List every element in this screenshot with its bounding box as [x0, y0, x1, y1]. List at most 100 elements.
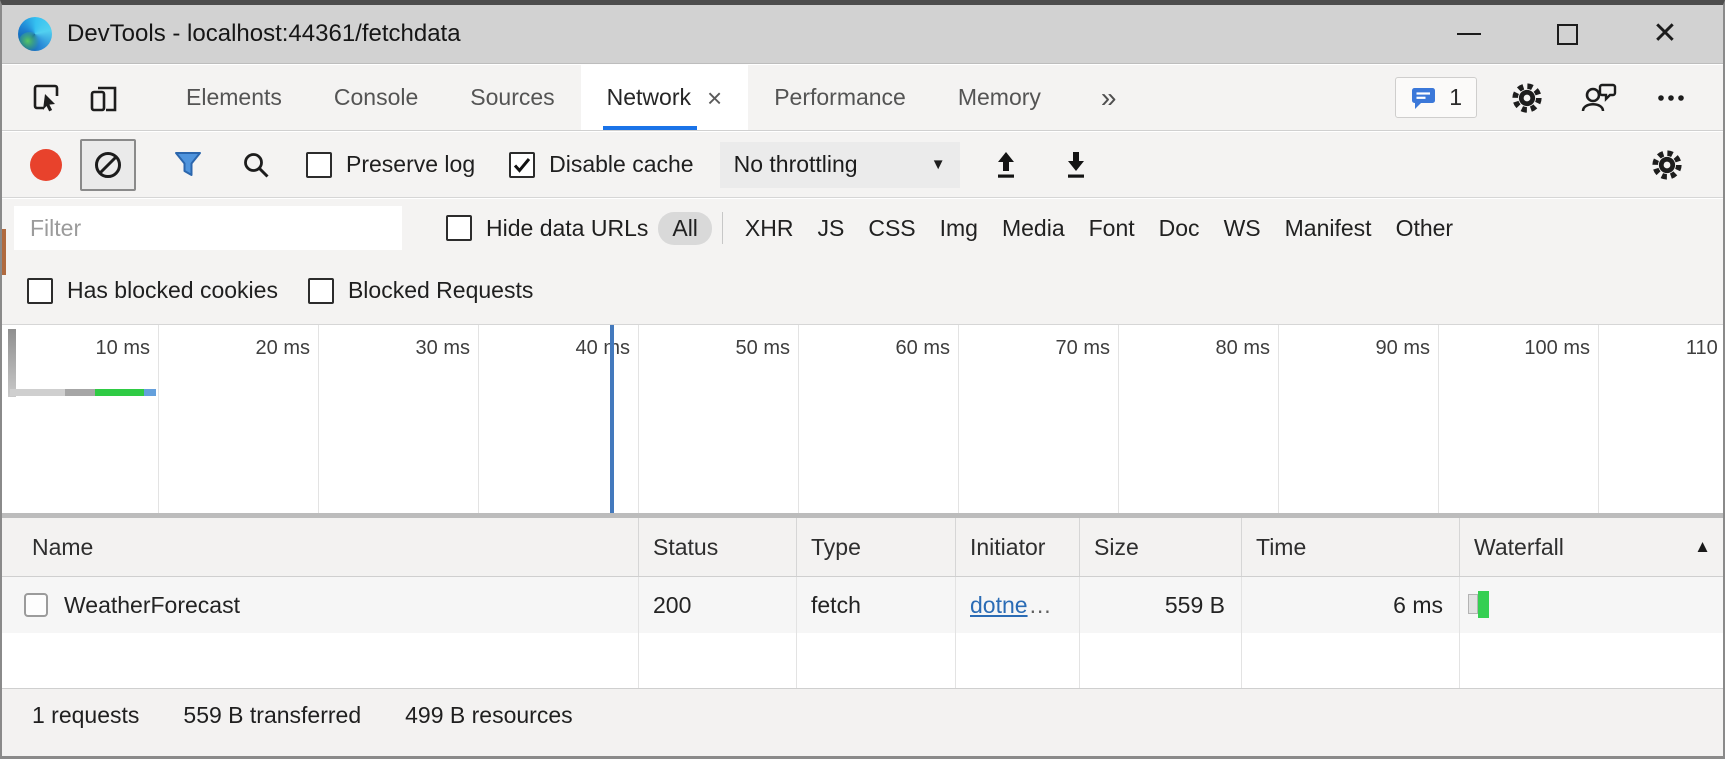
- tab-sources[interactable]: Sources: [444, 65, 580, 130]
- pill-divider: [722, 212, 723, 244]
- column-header-name[interactable]: Name: [2, 518, 639, 576]
- preserve-log-checkbox[interactable]: Preserve log: [306, 151, 475, 178]
- export-arrow-icon: [1060, 149, 1092, 181]
- network-summary-bar: 1 requests 559 B transferred 499 B resou…: [2, 688, 1723, 759]
- more-tabs-button[interactable]: »: [1101, 82, 1114, 114]
- type-filter-ws[interactable]: WS: [1212, 212, 1273, 245]
- customize-menu-button[interactable]: [1649, 76, 1693, 120]
- checkbox-checked-icon: [509, 152, 535, 178]
- window-title: DevTools - localhost:44361/fetchdata: [67, 20, 461, 48]
- minimize-icon: [1457, 33, 1481, 36]
- issues-button[interactable]: 1: [1395, 77, 1477, 118]
- initiator-link[interactable]: dotne: [970, 592, 1028, 619]
- row-checkbox[interactable]: [24, 593, 48, 617]
- timeline-tick: 60 ms: [799, 325, 959, 513]
- empty-table-area: [2, 633, 1723, 688]
- minimize-button[interactable]: [1456, 21, 1482, 47]
- tab-elements[interactable]: Elements: [160, 65, 308, 130]
- type-filter-font[interactable]: Font: [1077, 212, 1147, 245]
- person-feedback-icon: [1581, 80, 1617, 116]
- disable-cache-checkbox[interactable]: Disable cache: [509, 151, 693, 178]
- tab-performance[interactable]: Performance: [748, 65, 932, 130]
- close-tab-icon[interactable]: ×: [707, 85, 722, 111]
- overview-request-bar: [10, 389, 156, 396]
- column-header-size[interactable]: Size: [1080, 518, 1242, 576]
- timeline-tick: 20 ms: [159, 325, 319, 513]
- devtools-tab-bar: Elements Console Sources Network × Perfo…: [2, 65, 1723, 131]
- resources-size: 499 B resources: [405, 702, 572, 729]
- has-blocked-cookies-checkbox[interactable]: Has blocked cookies: [27, 277, 278, 304]
- network-settings-button[interactable]: [1649, 147, 1685, 183]
- overview-segment-queueing: [10, 389, 65, 396]
- timeline-tick: 80 ms: [1119, 325, 1279, 513]
- inspect-element-button[interactable]: [24, 76, 68, 120]
- inspect-icon: [29, 81, 63, 115]
- clear-block-icon: [92, 149, 124, 181]
- waterfall-ttfb-bar: [1478, 591, 1489, 618]
- timeline-tick: 50 ms: [639, 325, 799, 513]
- tab-console[interactable]: Console: [308, 65, 444, 130]
- title-bar: DevTools - localhost:44361/fetchdata ✕: [2, 5, 1723, 64]
- tab-memory[interactable]: Memory: [932, 65, 1067, 130]
- close-button[interactable]: ✕: [1652, 21, 1678, 47]
- timeline-ruler: 10 ms 20 ms 30 ms 40 ms 50 ms 60 ms 70 m…: [2, 325, 1723, 513]
- device-toolbar-icon: [87, 81, 121, 115]
- request-status-cell: 200: [639, 577, 797, 633]
- settings-button[interactable]: [1505, 76, 1549, 120]
- device-toolbar-button[interactable]: [82, 76, 126, 120]
- feedback-button[interactable]: [1577, 76, 1621, 120]
- type-filter-manifest[interactable]: Manifest: [1273, 212, 1384, 245]
- timeline-tick: 10 ms: [2, 325, 159, 513]
- timeline-tick: 110 ms: [1599, 325, 1723, 513]
- maximize-icon: [1557, 24, 1578, 45]
- filter-input[interactable]: [14, 206, 402, 250]
- export-har-button[interactable]: [1060, 149, 1092, 181]
- network-overview-timeline[interactable]: 10 ms 20 ms 30 ms 40 ms 50 ms 60 ms 70 m…: [2, 325, 1723, 513]
- import-har-button[interactable]: [990, 149, 1022, 181]
- timeline-scrollbar-thumb[interactable]: [8, 329, 16, 397]
- network-toolbar: Preserve log Disable cache No throttling…: [2, 132, 1723, 198]
- blocked-filters-row: Has blocked cookies Blocked Requests: [2, 257, 1723, 325]
- search-button[interactable]: [240, 149, 272, 181]
- timeline-tick: 40 ms: [479, 325, 639, 513]
- funnel-icon: [172, 150, 204, 180]
- column-header-status[interactable]: Status: [639, 518, 797, 576]
- hide-data-urls-checkbox[interactable]: Hide data URLs: [446, 215, 648, 242]
- close-icon: ✕: [1652, 21, 1677, 47]
- blocked-requests-checkbox[interactable]: Blocked Requests: [308, 277, 533, 304]
- type-filter-css[interactable]: CSS: [856, 212, 927, 245]
- column-header-time[interactable]: Time: [1242, 518, 1460, 576]
- type-filter-js[interactable]: JS: [805, 212, 856, 245]
- overview-segment-stalled: [65, 389, 95, 396]
- filter-toggle-button[interactable]: [172, 150, 204, 180]
- request-size-cell: 559 B: [1080, 577, 1242, 633]
- record-network-log-button[interactable]: [30, 149, 62, 181]
- column-header-type[interactable]: Type: [797, 518, 956, 576]
- type-filter-media[interactable]: Media: [990, 212, 1077, 245]
- requests-table-header: Name Status Type Initiator Size Time Wat…: [2, 518, 1723, 577]
- clear-network-log-button[interactable]: [80, 139, 136, 191]
- column-header-waterfall[interactable]: Waterfall ▲: [1460, 518, 1725, 576]
- type-filter-all[interactable]: All: [658, 212, 712, 245]
- throttling-dropdown[interactable]: No throttling ▼: [720, 142, 960, 188]
- timeline-tick: 100 ms: [1439, 325, 1599, 513]
- filter-row: Hide data URLs All XHR JS CSS Img Media …: [2, 199, 1723, 257]
- request-type-cell: fetch: [797, 577, 956, 633]
- tab-network[interactable]: Network ×: [581, 65, 749, 130]
- maximize-button[interactable]: [1554, 21, 1580, 47]
- column-header-initiator[interactable]: Initiator: [956, 518, 1080, 576]
- dropdown-arrow-icon: ▼: [931, 156, 946, 173]
- type-filter-xhr[interactable]: XHR: [733, 212, 806, 245]
- edge-logo-icon: [18, 17, 52, 51]
- type-filter-doc[interactable]: Doc: [1147, 212, 1212, 245]
- request-row-weatherforecast[interactable]: WeatherForecast 200 fetch dotne … 559 B …: [2, 577, 1723, 633]
- domcontentloaded-marker-line: [610, 325, 614, 513]
- checkbox-unchecked-icon: [306, 152, 332, 178]
- type-filter-other[interactable]: Other: [1384, 212, 1466, 245]
- overview-segment-waiting: [95, 389, 144, 396]
- devtools-window: DevTools - localhost:44361/fetchdata ✕ E…: [0, 0, 1725, 759]
- type-filter-img[interactable]: Img: [928, 212, 990, 245]
- request-initiator-cell: dotne …: [956, 577, 1080, 633]
- gear-icon: [1649, 147, 1685, 183]
- request-waterfall-cell: [1460, 577, 1725, 633]
